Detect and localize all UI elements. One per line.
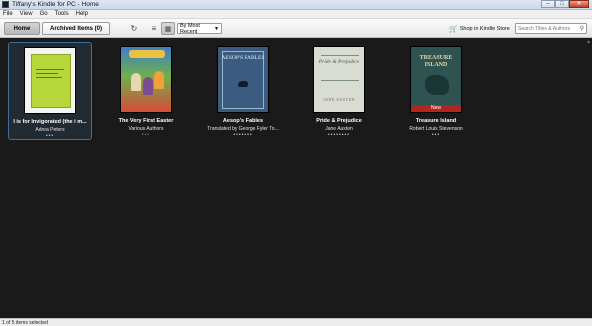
book-item[interactable]: I is for Invigorated (the i m... Adrea P… <box>8 42 92 140</box>
sync-button[interactable]: ↻ <box>127 22 141 35</box>
close-button[interactable]: ✕ <box>569 0 589 8</box>
book-title: Treasure Island <box>415 118 457 124</box>
book-item[interactable]: Pride & Prejudice JANE AUSTEN Pride & Pr… <box>297 42 381 140</box>
book-cover[interactable] <box>24 47 76 114</box>
menu-help[interactable]: Help <box>76 11 88 17</box>
library-grid: ▲ I is for Invigorated (the i m... Adrea… <box>0 38 592 318</box>
reading-progress-dots: •••••••• <box>327 132 350 138</box>
island-map-illustration <box>425 75 449 95</box>
scroll-up-arrow[interactable]: ▲ <box>586 39 591 45</box>
menu-file[interactable]: File <box>3 11 13 17</box>
reading-progress-dots: ••• <box>45 133 55 139</box>
tab-archived-items[interactable]: Archived Items (0) <box>42 22 110 35</box>
book-title: Pride & Prejudice <box>316 118 362 124</box>
menu-go[interactable]: Go <box>40 11 48 17</box>
window-controls: – □ ✕ <box>541 0 589 9</box>
toolbar: Home Archived Items (0) ↻ ≡ ▦ By Most Re… <box>0 19 592 38</box>
book-title: I is for Invigorated (the i m... <box>13 119 87 125</box>
grid-view-icon: ▦ <box>164 25 172 33</box>
reading-progress-dots: ••• <box>431 132 441 138</box>
sort-value: By Most Recent <box>180 22 200 35</box>
chevron-down-icon: ▼ <box>214 25 219 32</box>
book-item[interactable]: AESOP'S FABLES Aesop's Fables Translated… <box>201 42 285 140</box>
cover-author: JANE AUSTEN <box>323 97 355 102</box>
cover-art <box>129 50 165 58</box>
search-icon[interactable]: ⚲ <box>580 25 584 32</box>
reading-progress-dots: ••••••• <box>233 132 253 138</box>
maximize-button[interactable]: □ <box>555 0 569 8</box>
search-input[interactable] <box>518 25 578 32</box>
sync-icon: ↻ <box>130 24 138 33</box>
hare-illustration <box>238 81 248 87</box>
list-view-button[interactable]: ≡ <box>147 22 161 35</box>
cover-art <box>31 54 71 108</box>
book-item[interactable]: The Very First Easter Various Authors ••… <box>104 42 188 140</box>
shop-kindle-store-button[interactable]: 🛒 Shop in Kindle Store <box>449 23 510 34</box>
title-bar: Tiffany's Kindle for PC - Home – □ ✕ <box>0 0 592 10</box>
status-bar: 1 of 5 items selected <box>0 318 592 326</box>
cover-title: Pride & Prejudice <box>318 59 360 65</box>
list-view-icon: ≡ <box>151 24 157 33</box>
book-title: The Very First Easter <box>118 118 174 124</box>
cover-title: AESOP'S FABLES <box>221 55 265 61</box>
book-cover[interactable]: AESOP'S FABLES <box>217 46 269 113</box>
new-badge: New <box>411 105 461 112</box>
menu-tools[interactable]: Tools <box>55 11 69 17</box>
search-box: ⚲ <box>515 23 587 34</box>
reading-progress-dots: ••• <box>141 132 151 138</box>
menu-bar: File View Go Tools Help <box>0 10 592 19</box>
window-title: Tiffany's Kindle for PC - Home <box>12 1 99 8</box>
kindle-app-icon <box>2 1 9 8</box>
book-title: Aesop's Fables <box>222 118 264 124</box>
shop-label: Shop in Kindle Store <box>459 25 510 32</box>
book-cover[interactable] <box>120 46 172 113</box>
menu-view[interactable]: View <box>20 11 33 17</box>
book-cover[interactable]: Pride & Prejudice JANE AUSTEN <box>313 46 365 113</box>
sort-dropdown[interactable]: By Most Recent ▼ <box>177 22 222 35</box>
book-cover[interactable]: TREASURE ISLAND New <box>410 46 462 113</box>
tab-home[interactable]: Home <box>4 22 40 35</box>
cart-icon: 🛒 <box>449 25 458 33</box>
grid-view-button[interactable]: ▦ <box>161 22 175 35</box>
book-item[interactable]: TREASURE ISLAND New Treasure Island Robe… <box>394 42 478 140</box>
minimize-button[interactable]: – <box>541 0 555 8</box>
cover-title: TREASURE ISLAND <box>419 55 453 68</box>
selection-status: 1 of 5 items selected <box>2 319 48 326</box>
